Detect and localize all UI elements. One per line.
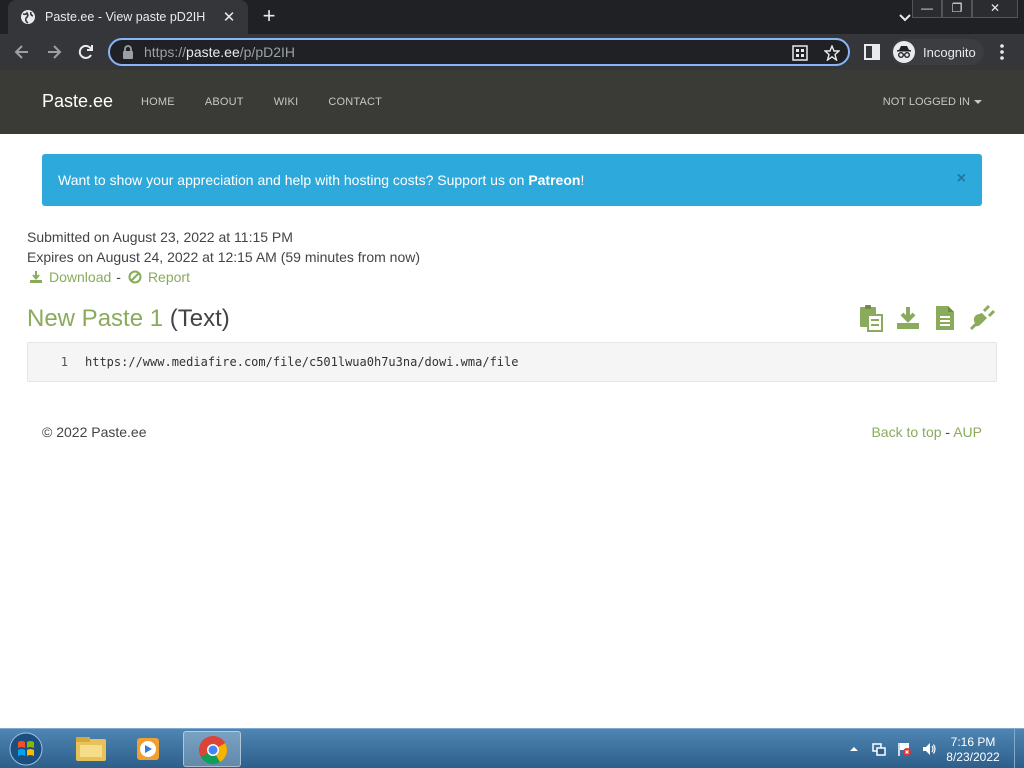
download-file-icon[interactable] [894, 304, 922, 332]
paste-name: New Paste 1 [27, 305, 164, 332]
tab-close-icon[interactable]: ✕ [220, 8, 238, 26]
browser-tab-active[interactable]: Paste.ee - View paste pD2IH ✕ [8, 0, 248, 34]
back-arrow-icon[interactable] [12, 42, 32, 62]
back-to-top-link[interactable]: Back to top [871, 424, 941, 440]
browser-toolbar: https://paste.ee/p/pD2IH Incognito [0, 34, 1024, 70]
download-icon [30, 271, 42, 283]
address-bar[interactable]: https://paste.ee/p/pD2IH [108, 38, 850, 66]
embed-plug-icon[interactable] [968, 304, 996, 332]
copy-clipboard-icon[interactable] [857, 304, 885, 332]
paste-content: 1 https://www.mediafire.com/file/c501lwu… [27, 342, 997, 382]
restore-icon[interactable]: ❐ [942, 0, 972, 18]
explorer-taskbar-icon[interactable] [62, 731, 120, 767]
paste-meta: Submitted on August 23, 2022 at 11:15 PM… [27, 227, 420, 287]
footer-links: Back to top - AUP [871, 424, 982, 440]
new-tab-button[interactable]: + [258, 5, 280, 28]
start-button-icon[interactable] [6, 731, 46, 767]
qr-code-icon[interactable] [792, 45, 808, 61]
incognito-profile-button[interactable]: Incognito [891, 39, 984, 65]
ban-icon [128, 270, 142, 284]
incognito-label: Incognito [923, 44, 976, 60]
forward-arrow-icon[interactable] [44, 42, 64, 62]
alert-text: Want to show your appreciation and help … [58, 172, 585, 188]
site-brand[interactable]: Paste.ee [42, 91, 113, 112]
paste-syntax: (Text) [169, 305, 230, 332]
chrome-taskbar-icon[interactable] [183, 731, 241, 767]
side-panel-icon[interactable] [864, 44, 880, 60]
browser-menu-icon[interactable] [996, 43, 1008, 61]
report-link[interactable]: Report [148, 267, 190, 287]
line-number: 1 [60, 355, 68, 369]
minimize-icon[interactable]: — [912, 0, 942, 18]
aup-link[interactable]: AUP [953, 424, 982, 440]
patreon-link[interactable]: Patreon [528, 172, 580, 188]
raw-document-icon[interactable] [931, 304, 959, 332]
link-separator: - [116, 269, 121, 285]
caret-down-icon [974, 100, 982, 105]
window-close-icon[interactable]: ✕ [972, 0, 1018, 18]
login-dropdown[interactable]: NOT LOGGED IN [883, 96, 982, 108]
nav-links: HOME ABOUT WIKI CONTACT [141, 96, 412, 108]
url-text[interactable]: https://paste.ee/p/pD2IH [144, 44, 295, 60]
nav-about[interactable]: ABOUT [205, 96, 244, 108]
bookmark-star-icon[interactable] [823, 44, 841, 62]
reload-icon[interactable] [76, 42, 96, 62]
clock-time: 7:16 PM [950, 735, 996, 749]
alert-close-icon[interactable]: × [957, 170, 966, 188]
action-center-flag-icon[interactable] [896, 741, 912, 757]
show-hidden-icons-icon[interactable] [846, 741, 862, 757]
login-label: NOT LOGGED IN [882, 96, 970, 108]
globe-icon [20, 9, 36, 25]
site-navbar: Paste.ee HOME ABOUT WIKI CONTACT NOT LOG… [0, 70, 1024, 134]
show-desktop-button[interactable] [1014, 729, 1024, 768]
network-icon[interactable] [871, 741, 887, 757]
footer-copyright: © 2022 Paste.ee [42, 424, 147, 440]
patreon-alert: Want to show your appreciation and help … [42, 154, 982, 206]
browser-tab-strip: Paste.ee - View paste pD2IH ✕ + — ❐ ✕ [0, 0, 1024, 34]
windows-taskbar: 7:16 PM 8/23/2022 [0, 728, 1024, 768]
system-tray [846, 741, 946, 757]
nav-contact[interactable]: CONTACT [328, 96, 382, 108]
lock-icon[interactable] [122, 45, 134, 59]
volume-icon[interactable] [921, 741, 937, 757]
taskbar-clock[interactable]: 7:16 PM 8/23/2022 [940, 735, 1006, 765]
tab-title: Paste.ee - View paste pD2IH [45, 10, 206, 24]
code-line[interactable]: https://www.mediafire.com/file/c501lwua0… [85, 355, 518, 369]
paste-links: Download - Report [27, 267, 420, 287]
media-player-taskbar-icon[interactable] [121, 731, 179, 767]
submitted-date: Submitted on August 23, 2022 at 11:15 PM [27, 229, 293, 245]
expires-date: Expires on August 24, 2022 at 12:15 AM (… [27, 249, 420, 265]
nav-wiki[interactable]: WIKI [274, 96, 299, 108]
window-controls: — ❐ ✕ [912, 0, 1018, 18]
paste-actions [857, 304, 1005, 332]
download-link[interactable]: Download [49, 267, 111, 287]
footer-separator: - [945, 424, 951, 440]
clock-date: 8/23/2022 [946, 750, 1000, 764]
nav-home[interactable]: HOME [141, 96, 175, 108]
incognito-icon [893, 41, 915, 63]
paste-title: New Paste 1 (Text) [27, 305, 230, 333]
